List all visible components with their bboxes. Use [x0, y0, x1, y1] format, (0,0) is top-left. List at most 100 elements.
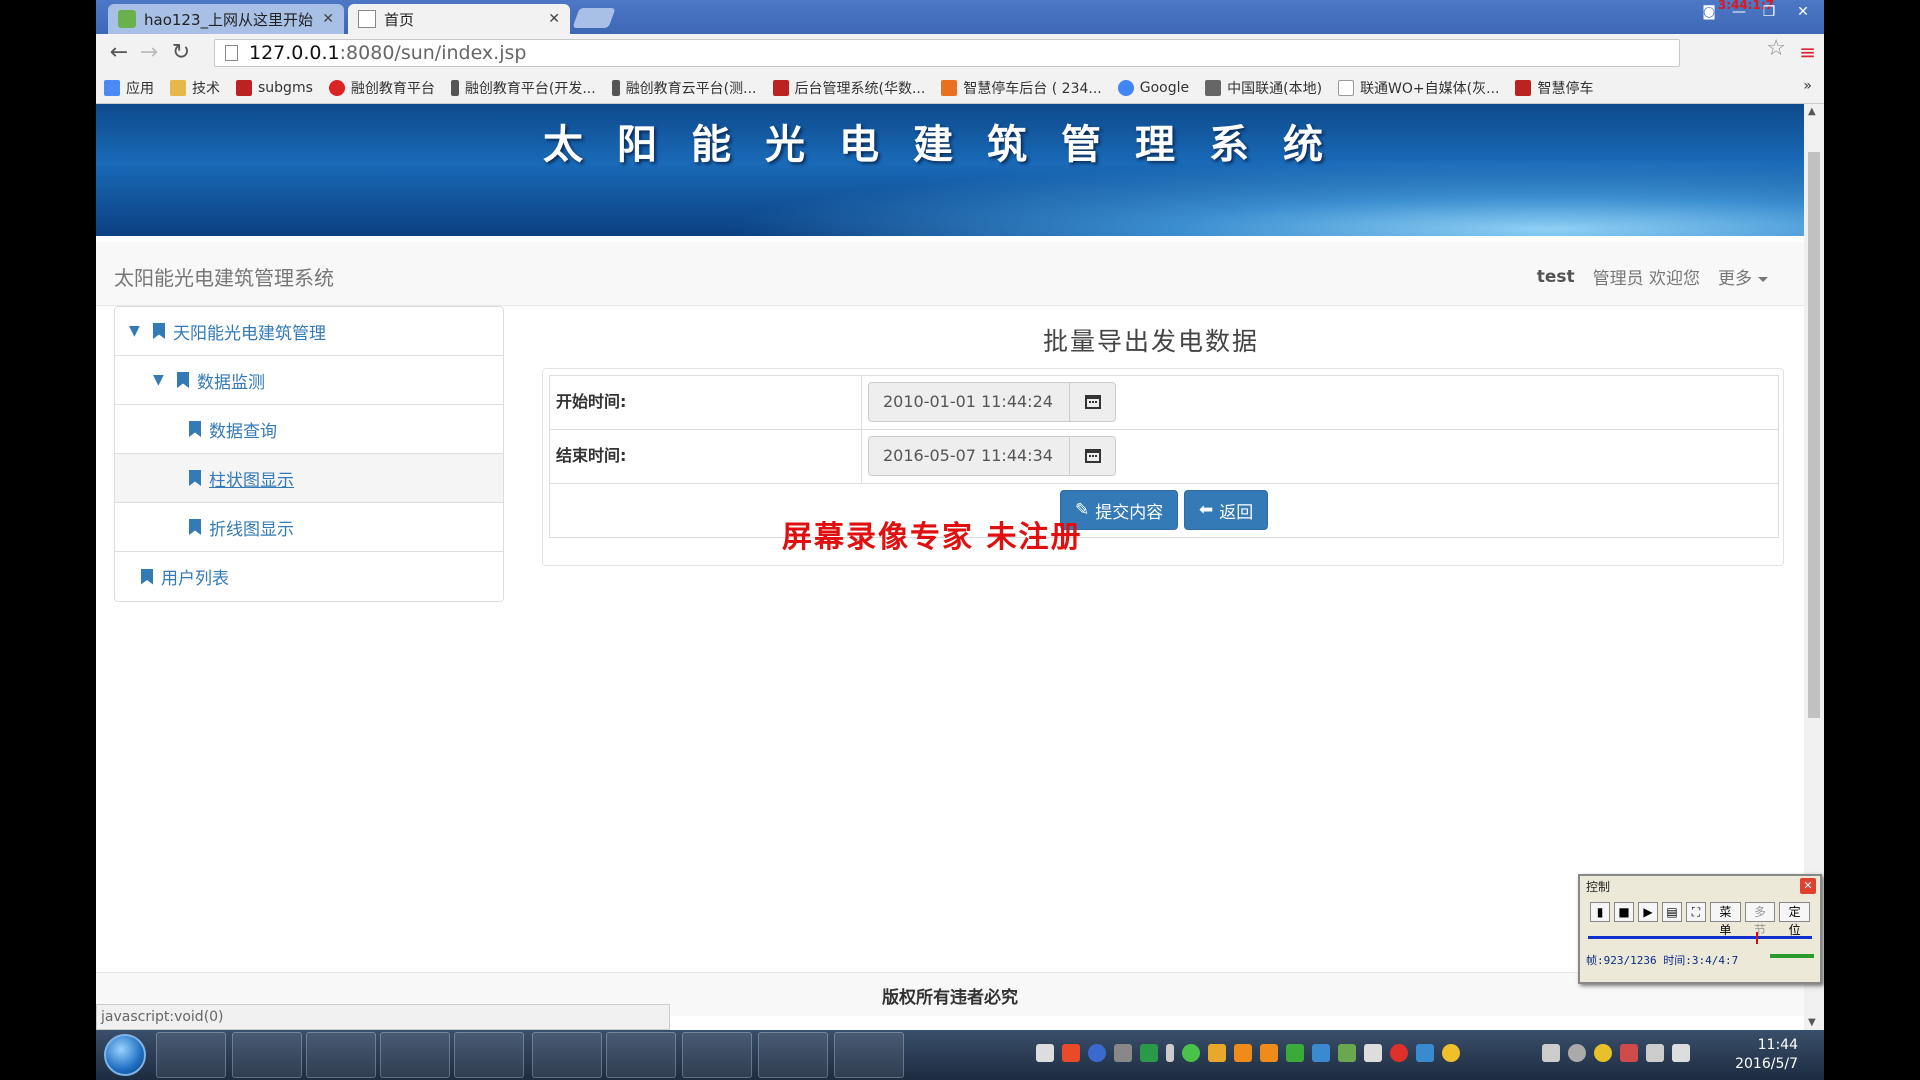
vlc-icon[interactable]	[1260, 1044, 1278, 1062]
tray-icon[interactable]	[1140, 1044, 1158, 1062]
bookmark-rc-edu-dev[interactable]: 融创教育平台(开发...	[450, 78, 596, 98]
play-icon[interactable]: ▮	[1590, 902, 1610, 922]
tree-item-line-chart[interactable]: 折线图显示	[115, 503, 503, 552]
bookmark-unicom[interactable]: 中国联通(本地)	[1205, 78, 1322, 98]
eclipse-icon	[398, 1038, 432, 1072]
tray-icon[interactable]	[1312, 1044, 1330, 1062]
username[interactable]: test	[1537, 267, 1575, 287]
forward-arrow-icon[interactable]: →	[136, 42, 162, 64]
profile-icon[interactable]: ◙	[1694, 2, 1724, 22]
tree-item-data-query[interactable]: 数据查询	[115, 405, 503, 454]
maximize-icon[interactable]: ❐	[1754, 2, 1784, 22]
wechat-icon[interactable]	[1182, 1044, 1200, 1062]
recorder-menu-button[interactable]: 菜单	[1710, 902, 1741, 937]
tray-icon[interactable]	[1166, 1044, 1174, 1062]
bookmark-rc-edu[interactable]: 融创教育平台	[328, 78, 435, 98]
tree-item-data-monitoring[interactable]: ▼ 数据监测	[115, 356, 503, 405]
more-dropdown[interactable]: 更多	[1718, 264, 1768, 289]
chevron-down-icon[interactable]: ▼	[129, 323, 143, 339]
tray-icon[interactable]	[1568, 1044, 1586, 1062]
window-icon[interactable]: ▤	[1662, 902, 1682, 922]
recorder-locate-button[interactable]: 定位	[1779, 902, 1811, 937]
address-bar[interactable]: 127.0.0.1:8080/sun/index.jsp	[214, 39, 1680, 67]
tab-home[interactable]: 首页 ✕	[348, 4, 570, 34]
export-form-table: 开始时间: 2010-01-01 11:44:24 结束时间: 2016-05-…	[549, 375, 1779, 538]
tree-item-solar-management[interactable]: ▼ 天阳能光电建筑管理	[115, 307, 503, 356]
tree-item-user-list[interactable]: 用户列表	[115, 552, 503, 601]
close-icon[interactable]: ✕	[322, 11, 334, 27]
help-icon[interactable]	[1088, 1044, 1106, 1062]
vlc-icon[interactable]	[1234, 1044, 1252, 1062]
close-icon[interactable]: ✕	[548, 11, 560, 27]
taskbar-app-8[interactable]	[758, 1032, 828, 1078]
stop-icon[interactable]: ▶	[1638, 902, 1658, 922]
tray-icon[interactable]	[1062, 1044, 1080, 1062]
taskbar-app-9[interactable]	[834, 1032, 904, 1078]
taskbar-app-6[interactable]	[606, 1032, 676, 1078]
pause-icon[interactable]: ■	[1614, 902, 1634, 922]
navbar-brand[interactable]: 太阳能光电建筑管理系统	[114, 262, 334, 291]
taskbar-clock[interactable]: 11:44 2016/5/7	[1735, 1036, 1798, 1074]
bookmark-google[interactable]: Google	[1117, 79, 1189, 96]
recorder-title-bar[interactable]: 控制 ✕	[1580, 876, 1820, 896]
tray-icon[interactable]	[1594, 1044, 1612, 1062]
bookmark-parking[interactable]: 智慧停车	[1515, 78, 1593, 98]
taskbar-app-4[interactable]	[454, 1032, 524, 1078]
tray-icon[interactable]	[1364, 1044, 1382, 1062]
tree-item-label: 数据监测	[197, 372, 265, 393]
bookmark-unicom-wo[interactable]: 联通WO+自媒体(灰...	[1338, 78, 1499, 98]
tray-icon[interactable]	[1338, 1044, 1356, 1062]
bookmark-parking-admin[interactable]: 智慧停车后台 ( 234...	[941, 78, 1102, 98]
flag-icon[interactable]	[1620, 1044, 1638, 1062]
bookmark-folder-tech[interactable]: 技术	[170, 78, 220, 98]
page-icon	[225, 45, 238, 61]
back-arrow-icon[interactable]: ←	[106, 42, 132, 64]
chrome-icon	[324, 1038, 358, 1072]
taskbar-app-5[interactable]	[532, 1032, 602, 1078]
bookmark-subgms[interactable]: subgms	[236, 79, 313, 96]
bookmark-admin[interactable]: 后台管理系统(华数...	[772, 78, 925, 98]
volume-icon[interactable]	[1672, 1044, 1690, 1062]
scroll-thumb[interactable]	[1808, 152, 1820, 718]
new-tab-button[interactable]	[572, 8, 616, 28]
start-button[interactable]	[104, 1034, 146, 1076]
tray-icon[interactable]	[1036, 1044, 1054, 1062]
chevron-down-icon[interactable]: ▼	[153, 372, 167, 388]
reload-icon[interactable]: ↻	[168, 42, 194, 64]
tray-icon[interactable]	[1114, 1044, 1132, 1062]
tray-icon[interactable]	[1208, 1044, 1226, 1062]
speaker-icon[interactable]	[1542, 1044, 1560, 1062]
tree-item-bar-chart[interactable]: 柱状图显示	[115, 454, 503, 503]
chrome-menu-icon[interactable]: ≡	[1799, 42, 1816, 62]
shield-icon[interactable]	[1286, 1044, 1304, 1062]
timeline-position-marker[interactable]	[1756, 932, 1758, 944]
scroll-up-icon[interactable]: ▲	[1808, 106, 1816, 117]
tray-icon[interactable]	[1416, 1044, 1434, 1062]
bookmarks-overflow-button[interactable]: »	[1803, 78, 1812, 94]
qq-icon[interactable]	[1442, 1044, 1460, 1062]
tab-hao123[interactable]: hao123_上网从这里开始 ✕	[108, 4, 344, 34]
end-calendar-button[interactable]	[1070, 436, 1116, 476]
fullscreen-icon[interactable]: ⛶	[1686, 902, 1706, 922]
bookmark-star-icon[interactable]: ☆	[1766, 36, 1786, 61]
start-calendar-button[interactable]	[1070, 382, 1116, 422]
taskbar-app-7[interactable]	[682, 1032, 752, 1078]
bookmark-rc-cloud[interactable]: 融创教育云平台(测...	[611, 78, 757, 98]
taskbar-app-3[interactable]	[380, 1032, 450, 1078]
network-icon[interactable]	[1646, 1044, 1664, 1062]
bookmark-apps[interactable]: 应用	[104, 78, 154, 98]
start-time-input[interactable]: 2010-01-01 11:44:24	[868, 382, 1070, 422]
volume-slider[interactable]	[1770, 954, 1814, 958]
taskbar-app-0[interactable]	[156, 1032, 226, 1078]
minimize-icon[interactable]: —	[1724, 2, 1754, 22]
end-time-input[interactable]: 2016-05-07 11:44:34	[868, 436, 1070, 476]
close-icon[interactable]: ✕	[1800, 878, 1816, 894]
recorder-multi-button[interactable]: 多节	[1744, 902, 1776, 937]
taskbar-app-1[interactable]	[232, 1032, 302, 1078]
recorder-timeline[interactable]	[1588, 932, 1812, 944]
taskbar-app-2[interactable]	[306, 1032, 376, 1078]
scroll-down-icon[interactable]: ▼	[1808, 1017, 1816, 1028]
weibo-icon[interactable]	[1390, 1044, 1408, 1062]
window-close-icon[interactable]: ✕	[1788, 2, 1818, 22]
back-button[interactable]: ⬅ 返回	[1184, 490, 1269, 530]
